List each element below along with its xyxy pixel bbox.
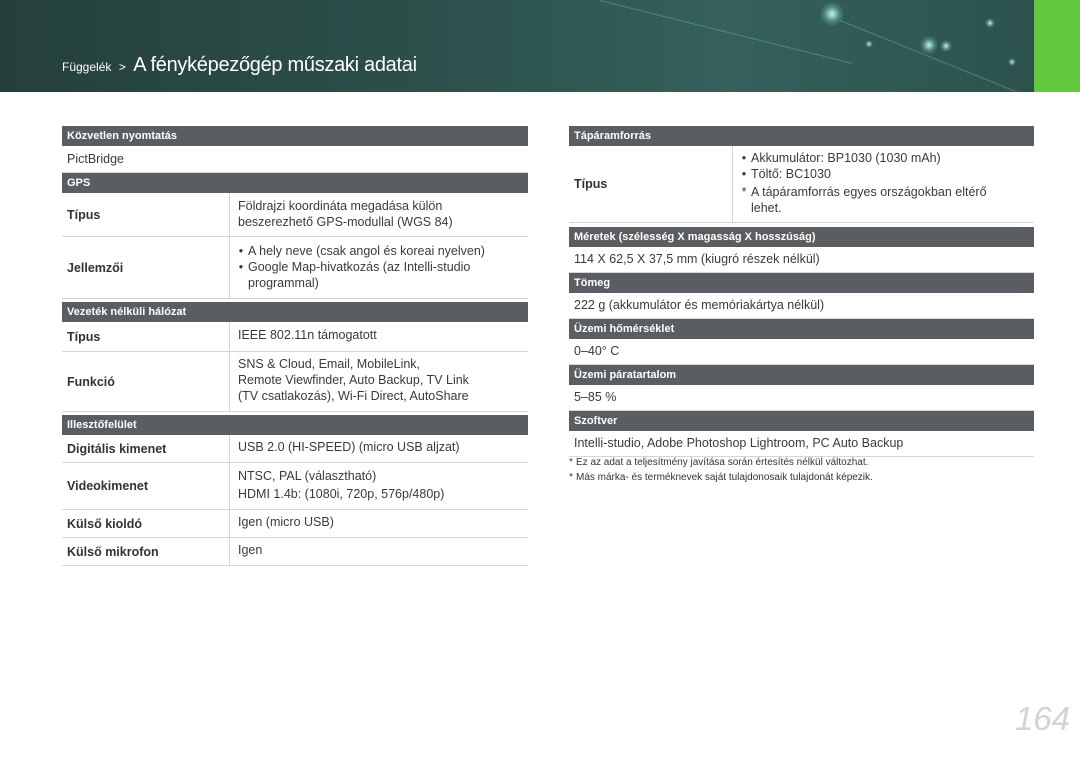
section-header: Méretek (szélesség X magasság X hosszúsá… (569, 227, 1034, 247)
bullet-marker: • (238, 260, 244, 274)
section-header: Üzemi hőmérséklet (569, 319, 1034, 339)
light-glow-decoration (1008, 58, 1016, 66)
section-header: Közvetlen nyomtatás (62, 126, 528, 146)
chapter-tab[interactable] (1034, 0, 1080, 92)
line-decoration (839, 20, 1026, 92)
spec-label: Jellemzői (62, 237, 230, 298)
spec-value: NTSC, PAL (választható) HDMI 1.4b: (1080… (230, 463, 528, 509)
spec-label: Típus (569, 146, 733, 222)
bullet-item: • A hely neve (csak angol és koreai nyel… (234, 243, 522, 259)
bullet-text: Google Map-hivatkozás (az Intelli-studio… (248, 259, 470, 291)
line-decoration (599, 0, 853, 64)
spec-label: Külső mikrofon (62, 538, 230, 565)
bullet-item: • Google Map-hivatkozás (az Intelli-stud… (234, 259, 522, 291)
spec-value: • A hely neve (csak angol és koreai nyel… (230, 237, 528, 298)
spec-value: SNS & Cloud, Email, MobileLink, Remote V… (230, 352, 528, 411)
header-banner: Függelék > A fényképezőgép műszaki adata… (0, 0, 1034, 92)
spec-row: Videokimenet NTSC, PAL (választható) HDM… (62, 463, 528, 510)
light-glow-decoration (820, 2, 844, 26)
footnote-marker: * (569, 457, 573, 468)
page-title: A fényképezőgép műszaki adatai (133, 54, 417, 76)
footnote: * Ez az adat a teljesítmény javítása sor… (569, 455, 873, 470)
value-line: Remote Viewfinder, Auto Backup, TV Link (238, 373, 469, 387)
section-value: Intelli-studio, Adobe Photoshop Lightroo… (569, 431, 1034, 457)
section-value: 222 g (akkumulátor és memóriakártya nélk… (569, 293, 1034, 319)
bullet-item: * A tápáramforrás egyes országokban elté… (737, 184, 1028, 216)
light-glow-decoration (940, 40, 952, 52)
spec-row: Külső kioldó Igen (micro USB) (62, 510, 528, 538)
value-line: (TV csatlakozás), Wi-Fi Direct, AutoShar… (238, 389, 469, 403)
bullet-marker: • (238, 244, 244, 258)
section-header: Üzemi páratartalom (569, 365, 1034, 385)
spec-value: IEEE 802.11n támogatott (238, 328, 377, 342)
light-glow-decoration (985, 18, 995, 28)
spec-label: Típus (62, 193, 230, 236)
section-value: PictBridge (62, 146, 528, 173)
spec-column-left: Közvetlen nyomtatás PictBridge GPS Típus… (62, 126, 528, 566)
value-line: beszerezhető GPS-modullal (WGS 84) (238, 215, 453, 229)
note-marker: * (741, 185, 747, 199)
section-header: Vezeték nélküli hálózat (62, 302, 528, 322)
footnote-text: Más márka- és terméknevek saját tulajdon… (576, 472, 873, 483)
spec-row: Típus IEEE 802.11n támogatott (62, 322, 528, 352)
bullet-line: Google Map-hivatkozás (az Intelli-studio (248, 260, 471, 274)
spec-row: Jellemzői • A hely neve (csak angol és k… (62, 237, 528, 299)
value-line: HDMI 1.4b: (1080i, 720p, 576p/480p) (238, 487, 445, 501)
spec-label: Videokimenet (62, 463, 230, 509)
light-glow-decoration (920, 36, 938, 54)
section-value: 0–40° C (569, 339, 1034, 365)
section-header: Tömeg (569, 273, 1034, 293)
bullet-text: Töltő: BC1030 (751, 167, 831, 181)
value-line: NTSC, PAL (választható) (238, 469, 377, 483)
page-number: 164 (1014, 700, 1070, 737)
section-header: Illesztőfelület (62, 415, 528, 435)
spec-value: Földrajzi koordináta megadása külön besz… (230, 193, 528, 236)
light-glow-decoration (865, 40, 873, 48)
spec-label: Funkció (62, 352, 230, 411)
bullet-item: • Töltő: BC1030 (737, 166, 1028, 182)
breadcrumb-separator: > (118, 60, 126, 74)
breadcrumb: Függelék > A fényképezőgép műszaki adata… (62, 54, 417, 77)
spec-label: Külső kioldó (62, 510, 230, 537)
bullet-text: Akkumulátor: BP1030 (1030 mAh) (751, 151, 941, 165)
spec-value: Igen (238, 543, 263, 557)
footnotes: * Ez az adat a teljesítmény javítása sor… (569, 455, 873, 485)
spec-value: USB 2.0 (HI-SPEED) (micro USB aljzat) (238, 440, 460, 454)
spec-row: Típus Földrajzi koordináta megadása külö… (62, 193, 528, 237)
spec-column-right: Tápáramforrás Típus • Akkumulátor: BP103… (569, 126, 1034, 457)
value-line: SNS & Cloud, Email, MobileLink, (238, 357, 421, 371)
spec-row: Digitális kimenet USB 2.0 (HI-SPEED) (mi… (62, 435, 528, 463)
bullet-text: A tápáramforrás egyes országokban eltérő… (751, 184, 987, 216)
footnote-text: Ez az adat a teljesítmény javítása során… (576, 457, 869, 468)
footnote-marker: * (569, 472, 573, 483)
breadcrumb-section[interactable]: Függelék (62, 60, 111, 74)
section-header: GPS (62, 173, 528, 193)
spec-row: Külső mikrofon Igen (62, 538, 528, 566)
footnote: * Más márka- és terméknevek saját tulajd… (569, 470, 873, 485)
section-header: Szoftver (569, 411, 1034, 431)
spec-row: Típus • Akkumulátor: BP1030 (1030 mAh) •… (569, 146, 1034, 223)
spec-value: • Akkumulátor: BP1030 (1030 mAh) • Töltő… (733, 146, 1034, 222)
value-line: Földrajzi koordináta megadása külön (238, 199, 443, 213)
spec-row: Funkció SNS & Cloud, Email, MobileLink, … (62, 352, 528, 412)
bullet-text: A hely neve (csak angol és koreai nyelve… (248, 244, 485, 258)
section-header: Tápáramforrás (569, 126, 1034, 146)
bullet-marker: • (741, 151, 747, 165)
spec-label: Digitális kimenet (62, 435, 230, 462)
section-value: 5–85 % (569, 385, 1034, 411)
spec-value: Igen (micro USB) (238, 515, 334, 529)
bullet-item: • Akkumulátor: BP1030 (1030 mAh) (737, 150, 1028, 166)
spec-label: Típus (62, 322, 230, 351)
bullet-line: A tápáramforrás egyes országokban eltérő (751, 185, 987, 199)
bullet-line: programmal) (248, 276, 319, 290)
section-value: 114 X 62,5 X 37,5 mm (kiugró részek nélk… (569, 247, 1034, 273)
bullet-marker: • (741, 167, 747, 181)
bullet-line: lehet. (751, 201, 782, 215)
